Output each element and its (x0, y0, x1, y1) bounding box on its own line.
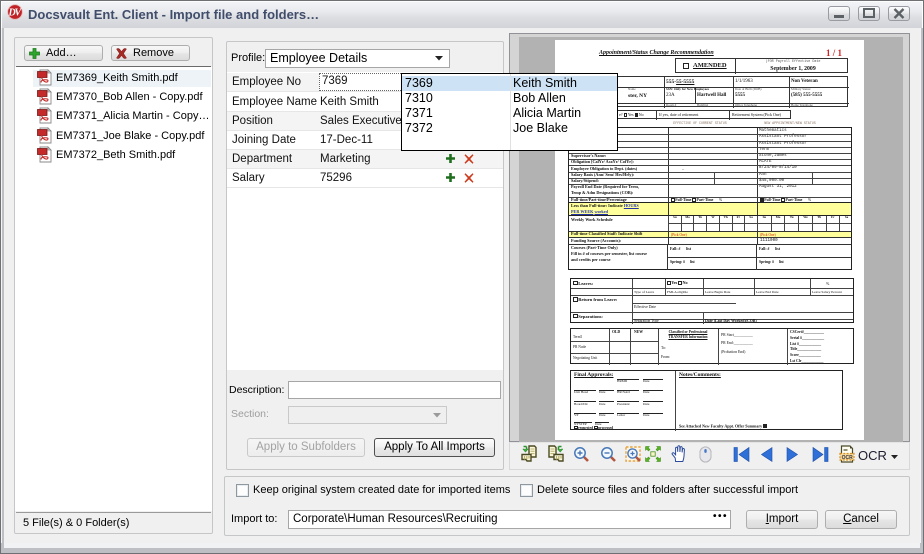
svg-text:OCR: OCR (842, 455, 854, 461)
